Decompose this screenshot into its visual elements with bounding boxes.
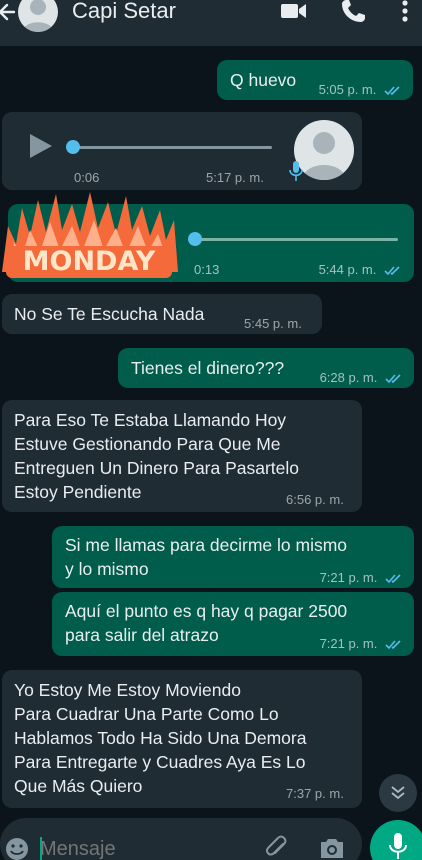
message-bubble-outgoing[interactable]: Aquí el punto es q hay q pagar 2500 para…: [52, 592, 414, 656]
double-chevron-down-icon: [391, 786, 405, 800]
voice-progress-track[interactable]: [194, 238, 398, 241]
more-vert-icon[interactable]: [400, 0, 410, 25]
emoji-icon[interactable]: [4, 836, 30, 860]
sender-avatar: [294, 120, 354, 180]
mic-icon: [289, 161, 303, 181]
message-meta: 5:05 p. m.: [319, 82, 402, 97]
message-text: Para Eso Te Estaba Llamando Hoy Estuve G…: [14, 410, 300, 502]
read-ticks-icon: [384, 266, 400, 276]
message-meta: 6:28 p. m.: [320, 370, 403, 385]
message-bubble-incoming[interactable]: No Se Te Escucha Nada 5:45 p. m.: [2, 294, 322, 334]
voice-progress-knob[interactable]: [66, 140, 80, 154]
message-time: 5:45 p. m.: [244, 316, 302, 331]
voice-duration: 0:13: [194, 262, 220, 277]
monday-fire-sticker: MONDAY: [2, 192, 178, 278]
avatar[interactable]: [18, 0, 58, 32]
voice-progress-track[interactable]: [72, 146, 272, 149]
mic-icon: [389, 833, 407, 859]
voice-duration: 0:06: [74, 170, 100, 185]
message-bubble-outgoing[interactable]: Si me llamas para decirme lo mismo y lo …: [52, 526, 414, 588]
message-text: Q huevo: [230, 70, 297, 90]
message-text: Yo Estoy Me Estoy Moviendo Para Cuadrar …: [14, 680, 307, 796]
camera-icon[interactable]: [318, 836, 346, 860]
message-time: 5:44 p. m.: [318, 262, 377, 277]
message-bubble-outgoing[interactable]: Tienes el dinero??? 6:28 p. m.: [118, 348, 414, 388]
play-icon[interactable]: [28, 132, 54, 160]
message-time: 7:21 p. m.: [319, 570, 378, 585]
voice-message-incoming[interactable]: 0:06 5:17 p. m.: [2, 112, 362, 190]
arrow-back-icon[interactable]: [0, 1, 16, 23]
chat-header: Capi Setar: [0, 0, 422, 46]
message-list[interactable]: Q huevo 5:05 p. m. 0:06 5:17 p. m. 0:13: [0, 46, 422, 816]
message-meta: 7:21 p. m.: [320, 636, 403, 651]
read-ticks-icon: [385, 640, 401, 650]
message-time: 6:28 p. m.: [319, 370, 378, 385]
message-meta: 7:21 p. m.: [320, 570, 403, 585]
contact-name[interactable]: Capi Setar: [72, 0, 176, 24]
paperclip-icon[interactable]: [264, 834, 290, 860]
message-text: Aquí el punto es q hay q pagar 2500 para…: [65, 601, 348, 645]
read-ticks-icon: [385, 574, 401, 584]
default-avatar-icon: [22, 0, 54, 32]
message-time: 7:37 p. m.: [286, 786, 344, 801]
voice-record-button[interactable]: [370, 820, 422, 860]
message-text: Tienes el dinero???: [131, 358, 285, 378]
read-ticks-icon: [385, 374, 401, 384]
default-avatar-icon: [302, 132, 346, 180]
message-composer[interactable]: [0, 818, 362, 860]
read-ticks-icon: [384, 86, 400, 96]
video-call-icon[interactable]: [280, 0, 308, 22]
message-input[interactable]: [40, 838, 240, 860]
scroll-to-bottom-button[interactable]: [379, 774, 417, 812]
message-time: 6:56 p. m.: [286, 492, 344, 507]
voice-progress-knob[interactable]: [188, 232, 202, 246]
sticker-text: MONDAY: [23, 246, 156, 277]
message-text: Si me llamas para decirme lo mismo y lo …: [65, 535, 348, 579]
message-time: 5:05 p. m.: [318, 82, 377, 97]
message-time: 7:21 p. m.: [319, 636, 378, 651]
message-text: No Se Te Escucha Nada: [14, 304, 205, 324]
message-bubble-incoming[interactable]: Para Eso Te Estaba Llamando Hoy Estuve G…: [2, 400, 362, 512]
message-bubble-outgoing[interactable]: Q huevo 5:05 p. m.: [217, 60, 413, 100]
message-meta: 5:44 p. m.: [319, 262, 402, 277]
phone-icon[interactable]: [341, 0, 367, 23]
message-time: 5:17 p. m.: [206, 170, 264, 185]
message-bubble-incoming[interactable]: Yo Estoy Me Estoy Moviendo Para Cuadrar …: [2, 670, 362, 808]
